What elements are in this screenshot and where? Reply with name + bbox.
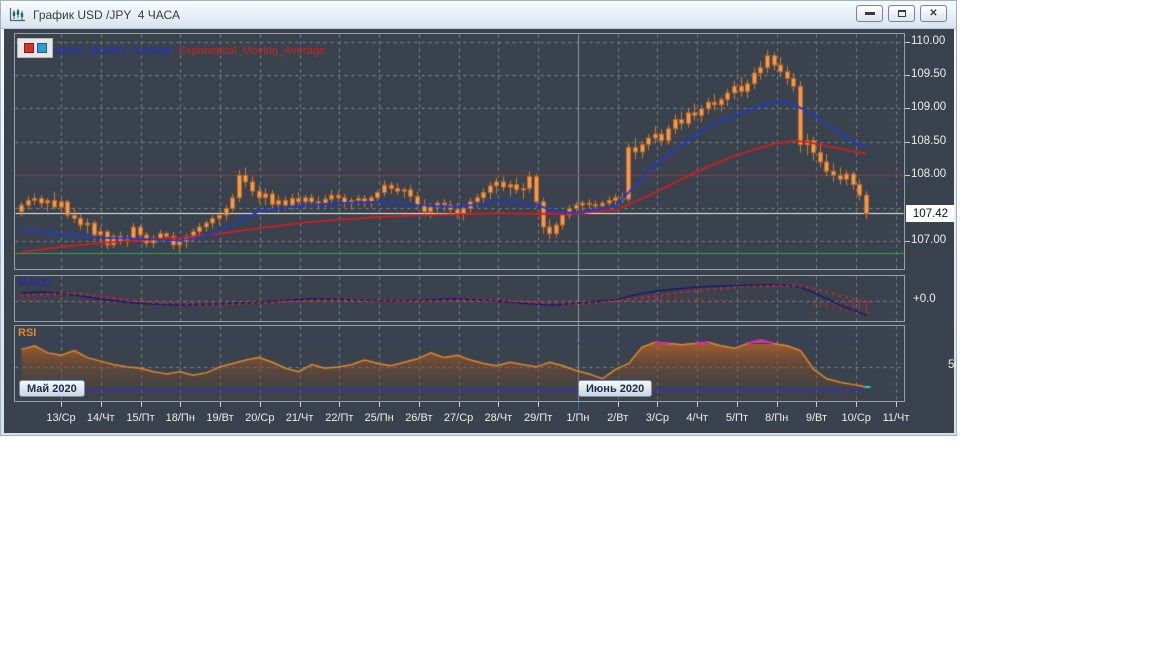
current-price-label: 107.42 <box>906 205 954 222</box>
macd-zero-label: +0.0 <box>913 293 936 305</box>
month-badge[interactable]: Июнь 2020 <box>578 380 653 397</box>
window-title: График USD /JPY 4 ЧАСА <box>33 7 180 22</box>
restore-icon <box>897 10 906 17</box>
time-axis-tick <box>816 402 817 407</box>
time-axis-label: 15/Пт <box>126 412 155 424</box>
price-axis-label: 109.00 <box>911 101 947 114</box>
price-axis-label: 108.50 <box>911 134 947 147</box>
main-chart-canvas[interactable] <box>15 34 904 269</box>
window-content: Exponential_Moving_Average Exponential_Mo… <box>4 29 954 433</box>
time-axis-tick <box>260 402 261 407</box>
time-axis-tick <box>657 402 658 407</box>
restore-button[interactable] <box>888 5 915 22</box>
time-axis-tick <box>141 402 142 407</box>
chart-window: График USD /JPY 4 ЧАСА ✕ Exponential_Mov… <box>0 0 957 436</box>
price-axis-tick <box>905 142 910 143</box>
month-separator <box>578 270 579 275</box>
rsi-mid-label: 50 <box>948 359 954 371</box>
time-axis-tick <box>498 402 499 407</box>
price-axis-label: 107.00 <box>911 234 947 247</box>
month-badge[interactable]: Май 2020 <box>19 380 85 397</box>
time-axis-label: 26/Вт <box>405 412 433 424</box>
time-axis-label: 2/Вт <box>607 412 629 424</box>
time-axis-tick <box>339 402 340 407</box>
time-axis-label: 8/Пн <box>765 412 789 424</box>
macd-panel-label: MACD <box>18 277 51 289</box>
time-axis-tick <box>101 402 102 407</box>
time-axis-tick <box>379 402 380 407</box>
time-axis-tick <box>61 402 62 407</box>
close-button[interactable]: ✕ <box>920 5 947 22</box>
window-controls: ✕ <box>856 5 947 22</box>
time-axis-label: 29/Пт <box>524 412 553 424</box>
price-axis-tick <box>905 108 910 109</box>
price-axis-tick <box>905 241 910 242</box>
time-axis-tick <box>618 402 619 407</box>
time-axis-tick <box>419 402 420 407</box>
time-axis-label: 5/Пт <box>725 412 748 424</box>
price-axis-tick <box>905 75 910 76</box>
time-axis-label: 28/Чт <box>484 412 513 424</box>
month-separator <box>578 320 579 325</box>
time-axis-label: 3/Ср <box>645 412 670 424</box>
ema-fast-color-swatch <box>36 43 47 53</box>
time-axis-label: 1/Пн <box>566 412 590 424</box>
time-axis-label: 21/Чт <box>285 412 314 424</box>
price-panel <box>14 33 905 270</box>
legend-color-box[interactable] <box>17 38 53 58</box>
price-axis-label: 109.50 <box>911 68 947 81</box>
time-axis-tick <box>896 402 897 407</box>
rsi-panel-label: RSI <box>18 327 37 339</box>
ema-slow-color-swatch <box>23 43 34 53</box>
time-axis-label: 14/Чт <box>86 412 115 424</box>
time-axis-tick <box>777 402 778 407</box>
minimize-button[interactable] <box>856 5 883 22</box>
ema-slow-legend-label: Exponential_Moving_Average <box>178 45 325 57</box>
time-axis-label: 4/Чт <box>686 412 708 424</box>
time-axis-label: 25/Пн <box>364 412 394 424</box>
price-axis-label: 110.00 <box>911 34 946 47</box>
time-axis-tick <box>180 402 181 407</box>
time-axis-label: 11/Чт <box>882 412 910 424</box>
price-axis-tick <box>905 42 910 43</box>
page-background: График USD /JPY 4 ЧАСА ✕ Exponential_Mov… <box>0 0 1152 648</box>
time-axis-tick <box>578 402 579 410</box>
time-axis-label: 27/Ср <box>443 412 474 424</box>
time-axis-tick <box>300 402 301 407</box>
time-axis-label: 9/Вт <box>805 412 828 424</box>
time-axis-tick <box>538 402 539 407</box>
price-axis-label: 108.00 <box>911 167 947 180</box>
title-bar[interactable]: График USD /JPY 4 ЧАСА ✕ <box>1 1 956 29</box>
time-axis-tick <box>459 402 460 407</box>
minimize-icon <box>864 12 875 15</box>
time-axis-label: 18/Пн <box>165 412 195 424</box>
time-axis-label: 10/Ср <box>841 412 871 424</box>
rsi-panel <box>14 325 905 402</box>
close-icon: ✕ <box>929 7 938 19</box>
time-axis-tick <box>220 402 221 407</box>
macd-panel <box>14 275 905 322</box>
macd-canvas[interactable] <box>15 276 904 321</box>
rsi-canvas[interactable] <box>15 326 904 401</box>
time-axis-label: 19/Вт <box>206 412 234 424</box>
time-axis-label: 13/Ср <box>46 412 76 424</box>
candlestick-chart-icon <box>9 7 26 22</box>
indicator-legend: Exponential_Moving_Average Exponential_Mo… <box>17 38 325 59</box>
time-axis-label: 20/Ср <box>245 412 275 424</box>
time-axis-tick <box>697 402 698 407</box>
time-axis-label: 22/Пт <box>325 412 354 424</box>
time-axis-tick <box>856 402 857 407</box>
price-axis-tick <box>905 175 910 176</box>
time-axis-tick <box>737 402 738 407</box>
